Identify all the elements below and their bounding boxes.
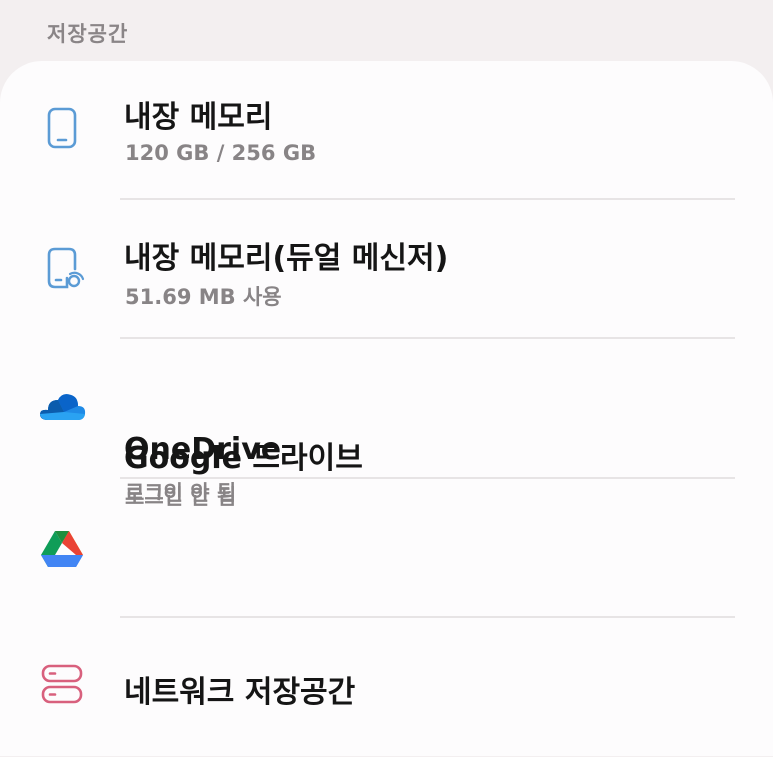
storage-item-usage: 51.69 MB 사용 [125,285,282,309]
storage-item-internal[interactable]: 내장 메모리 120 GB / 256 GB [0,61,773,200]
storage-item-google-drive[interactable]: Google 드라이브 로그인 안 됨 [0,441,773,618]
storage-item-title: 내장 메모리 [124,100,273,135]
dual-messenger-phone-icon [34,240,90,296]
network-storage-icon [34,656,90,712]
section-title: 저장공간 [47,22,129,46]
storage-item-usage: 120 GB / 256 GB [125,141,317,165]
storage-item-title: 내장 메모리(듀얼 메신저) [124,241,449,276]
storage-item-dual-messenger[interactable]: 내장 메모리(듀얼 메신저) 51.69 MB 사용 [0,200,773,339]
storage-item-status: 로그인 안 됨 [125,481,237,505]
storage-item-title: 네트워크 저장공간 [124,675,356,710]
storage-item-onedrive[interactable]: OneDrive 로그인 안 됨 [0,339,773,509]
google-drive-icon [34,521,90,577]
onedrive-cloud-icon [34,380,90,436]
phone-icon [34,100,90,156]
storage-list-card: 내장 메모리 120 GB / 256 GB 내장 메모리(듀얼 메신저) 51… [0,61,773,756]
storage-item-network[interactable]: 네트워크 저장공간 [0,618,773,757]
storage-item-title: Google 드라이브 [124,441,363,476]
